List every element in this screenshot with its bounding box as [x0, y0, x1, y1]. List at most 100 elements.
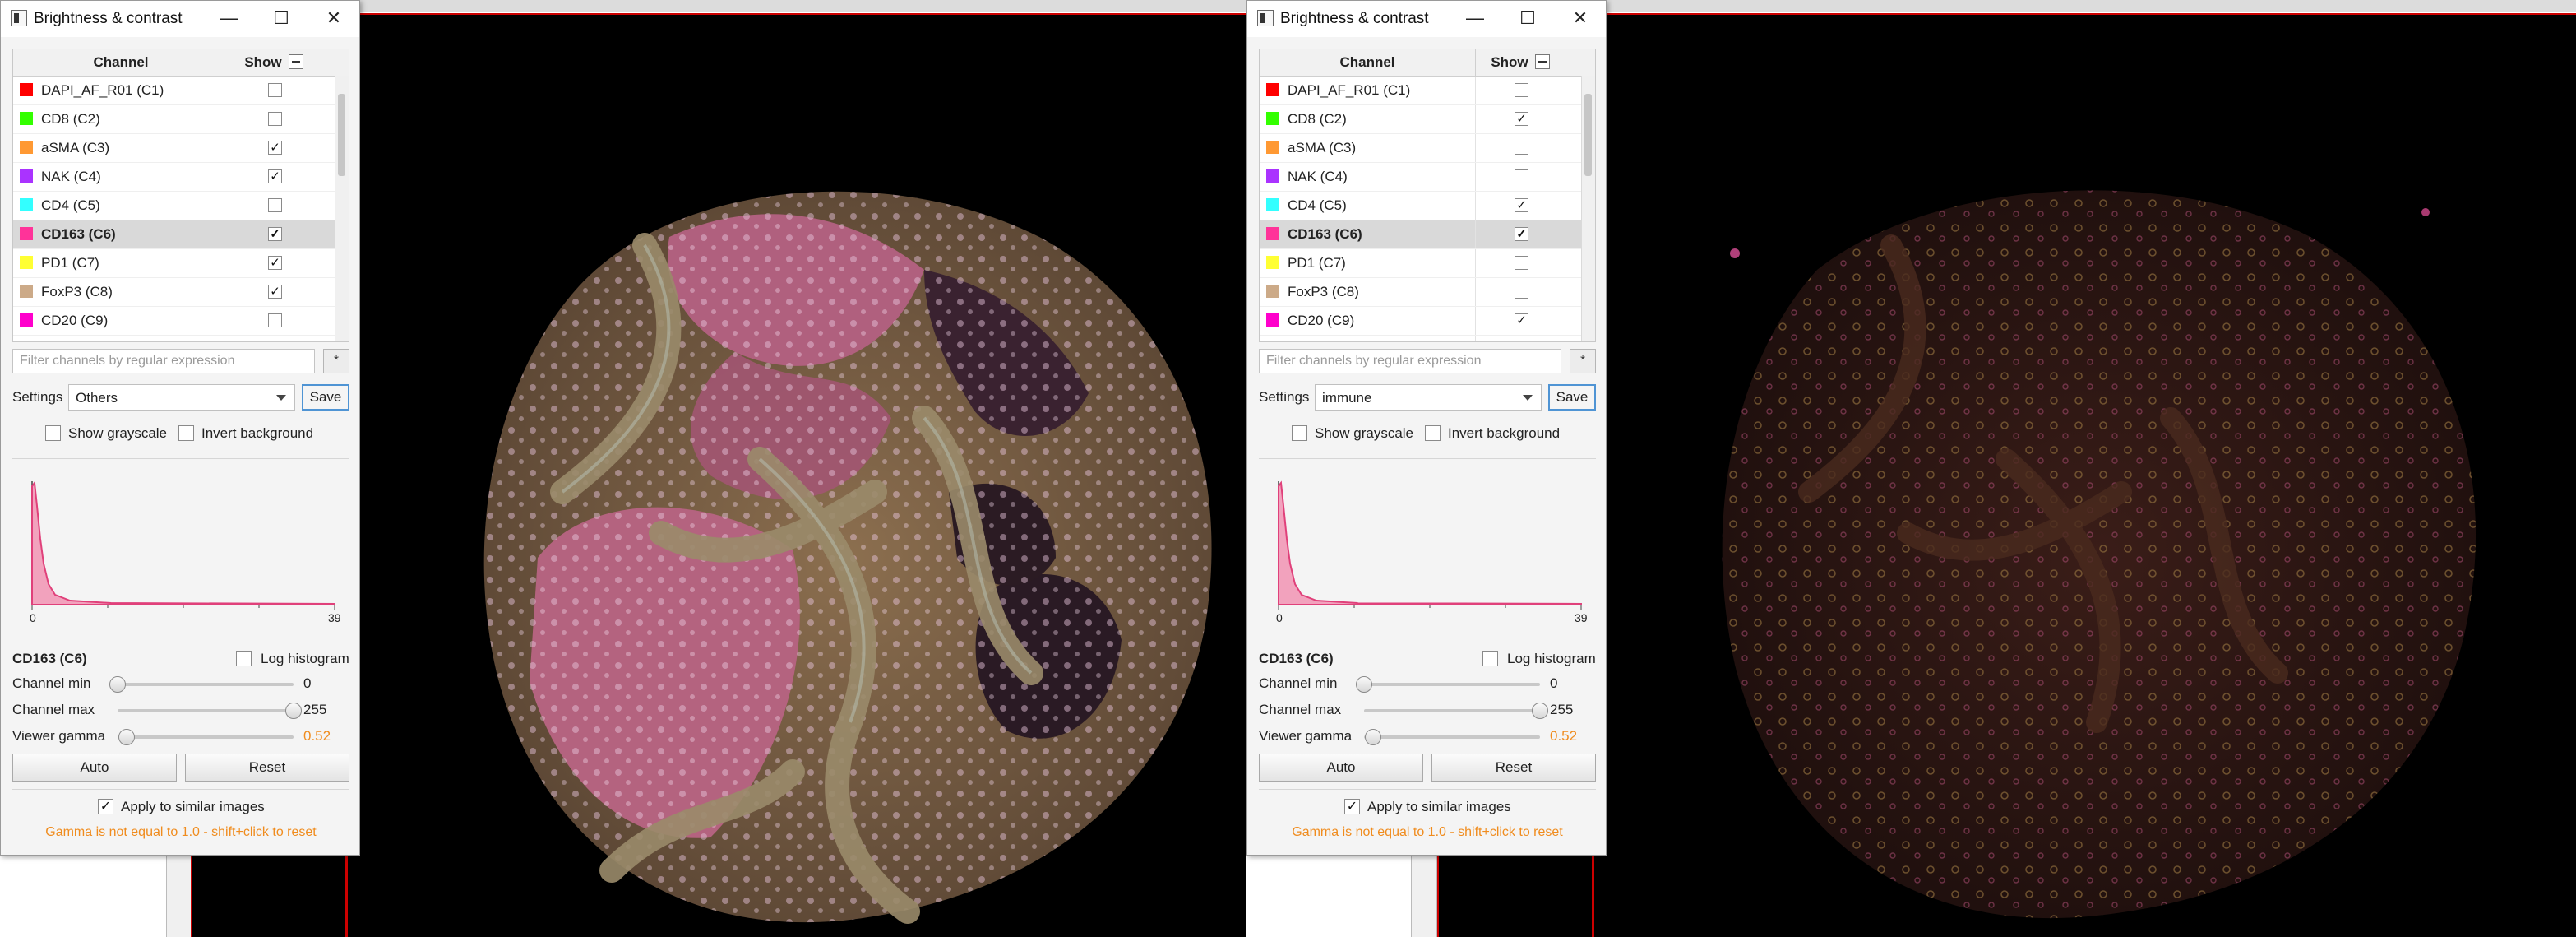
channel-row[interactable]: PDL1 (C10) — [1260, 336, 1595, 341]
channel-color-swatch[interactable] — [1266, 83, 1279, 96]
channel-max-slider[interactable] — [118, 709, 294, 712]
channel-color-swatch[interactable] — [20, 198, 33, 211]
invert-background-checkbox[interactable] — [178, 425, 194, 441]
channel-color-swatch[interactable] — [1266, 285, 1279, 298]
asterisk-icon[interactable]: * — [1570, 349, 1596, 373]
apply-similar-checkbox[interactable]: ✓ — [98, 799, 113, 814]
invert-background-checkbox[interactable] — [1425, 425, 1441, 441]
channel-color-swatch[interactable] — [1266, 313, 1279, 327]
channel-row[interactable]: CD20 (C9) — [13, 307, 349, 336]
image-viewer[interactable] — [1437, 13, 2576, 937]
channel-row[interactable]: PD1 (C7) — [1260, 249, 1595, 278]
viewer-gamma-slider[interactable] — [1364, 735, 1540, 739]
show-column-header[interactable]: Show — [1480, 54, 1539, 71]
channel-row[interactable]: DAPI_AF_R01 (C1) — [13, 77, 349, 105]
channel-show-checkbox[interactable]: ✓ — [1515, 313, 1528, 327]
scrollbar-thumb[interactable] — [1584, 94, 1592, 176]
reset-button[interactable]: Reset — [1431, 754, 1596, 782]
channel-row[interactable]: aSMA (C3) ✓ — [13, 134, 349, 163]
channel-column-header[interactable]: Channel — [13, 54, 229, 71]
channel-show-checkbox[interactable]: ✓ — [268, 285, 282, 299]
channel-min-slider[interactable] — [118, 683, 294, 686]
auto-button[interactable]: Auto — [12, 754, 177, 782]
collapse-minus-icon[interactable] — [1535, 54, 1550, 69]
reset-button[interactable]: Reset — [185, 754, 349, 782]
channel-color-swatch[interactable] — [20, 313, 33, 327]
channel-show-checkbox[interactable] — [1515, 285, 1528, 299]
show-column-header[interactable]: Show — [234, 54, 293, 71]
channel-filter-input[interactable]: Filter channels by regular expression — [1259, 349, 1561, 373]
channel-show-checkbox[interactable]: ✓ — [268, 141, 282, 155]
channel-row[interactable]: NAK (C4) ✓ — [13, 163, 349, 192]
close-button[interactable]: ✕ — [1553, 1, 1607, 37]
settings-select[interactable]: Others — [68, 384, 295, 411]
channel-max-slider[interactable] — [1364, 709, 1540, 712]
maximize-button[interactable]: ☐ — [1501, 1, 1555, 37]
channel-filter-input[interactable]: Filter channels by regular expression — [12, 349, 315, 373]
channel-row[interactable]: CD163 (C6) ✓ — [13, 220, 349, 249]
channel-show-checkbox[interactable]: ✓ — [1515, 198, 1528, 212]
channel-color-swatch[interactable] — [20, 83, 33, 96]
channel-max-slider-handle[interactable] — [1532, 703, 1548, 719]
show-grayscale-checkbox[interactable] — [1292, 425, 1307, 441]
channel-show-checkbox[interactable] — [1515, 83, 1528, 97]
save-button[interactable]: Save — [302, 384, 349, 411]
show-grayscale-checkbox[interactable] — [45, 425, 61, 441]
channel-show-checkbox[interactable] — [268, 83, 282, 97]
channel-row[interactable]: CD4 (C5) ✓ — [1260, 192, 1595, 220]
channel-show-checkbox[interactable] — [1515, 141, 1528, 155]
channel-table-scrollbar[interactable] — [1581, 76, 1595, 341]
channel-color-swatch[interactable] — [20, 112, 33, 125]
channel-show-checkbox[interactable] — [1515, 256, 1528, 270]
save-button[interactable]: Save — [1548, 384, 1596, 411]
channel-color-swatch[interactable] — [1266, 227, 1279, 240]
channel-color-swatch[interactable] — [1266, 256, 1279, 269]
auto-button[interactable]: Auto — [1259, 754, 1423, 782]
channel-color-swatch[interactable] — [20, 256, 33, 269]
channel-color-swatch[interactable] — [1266, 169, 1279, 183]
channel-row[interactable]: FoxP3 (C8) ✓ — [13, 278, 349, 307]
channel-min-slider-handle[interactable] — [1356, 676, 1372, 693]
channel-color-swatch[interactable] — [20, 227, 33, 240]
log-histogram-checkbox[interactable] — [236, 651, 252, 666]
channel-row[interactable]: CD20 (C9) ✓ — [1260, 307, 1595, 336]
asterisk-icon[interactable]: * — [323, 349, 349, 373]
channel-row[interactable]: CD8 (C2) — [13, 105, 349, 134]
maximize-button[interactable]: ☐ — [254, 1, 308, 37]
viewer-gamma-slider-handle[interactable] — [1364, 729, 1381, 745]
close-button[interactable]: ✕ — [307, 1, 361, 37]
collapse-minus-icon[interactable] — [289, 54, 303, 69]
channel-row[interactable]: PD1 (C7) ✓ — [13, 249, 349, 278]
scrollbar-thumb[interactable] — [338, 94, 345, 176]
channel-min-slider[interactable] — [1364, 683, 1540, 686]
channel-show-checkbox[interactable]: ✓ — [268, 256, 282, 270]
minimize-button[interactable]: — — [1448, 1, 1502, 37]
channel-row[interactable]: CD163 (C6) ✓ — [1260, 220, 1595, 249]
gamma-warning-text[interactable]: Gamma is not equal to 1.0 - shift+click … — [1, 825, 361, 840]
histogram-chart[interactable] — [1259, 473, 1588, 618]
channel-row[interactable]: aSMA (C3) — [1260, 134, 1595, 163]
channel-color-swatch[interactable] — [20, 141, 33, 154]
channel-show-checkbox[interactable]: ✓ — [268, 227, 282, 241]
channel-min-slider-handle[interactable] — [109, 676, 126, 693]
channel-row[interactable]: CD4 (C5) — [13, 192, 349, 220]
channel-show-checkbox[interactable] — [268, 112, 282, 126]
histogram-chart[interactable] — [12, 473, 341, 618]
log-histogram-checkbox[interactable] — [1482, 651, 1498, 666]
channel-show-checkbox[interactable] — [1515, 169, 1528, 183]
channel-table-scrollbar[interactable] — [335, 76, 349, 341]
channel-max-slider-handle[interactable] — [285, 703, 302, 719]
apply-similar-checkbox[interactable]: ✓ — [1344, 799, 1360, 814]
channel-color-swatch[interactable] — [1266, 141, 1279, 154]
settings-select[interactable]: immune — [1315, 384, 1542, 411]
minimize-button[interactable]: — — [201, 1, 256, 37]
channel-row[interactable]: NAK (C4) — [1260, 163, 1595, 192]
gamma-warning-text[interactable]: Gamma is not equal to 1.0 - shift+click … — [1247, 825, 1607, 840]
channel-show-checkbox[interactable] — [268, 313, 282, 327]
channel-show-checkbox[interactable]: ✓ — [268, 169, 282, 183]
viewer-gamma-slider-handle[interactable] — [118, 729, 135, 745]
channel-row[interactable]: DAPI_AF_R01 (C1) — [1260, 77, 1595, 105]
channel-color-swatch[interactable] — [1266, 112, 1279, 125]
viewer-gamma-slider[interactable] — [118, 735, 294, 739]
channel-column-header[interactable]: Channel — [1260, 54, 1475, 71]
